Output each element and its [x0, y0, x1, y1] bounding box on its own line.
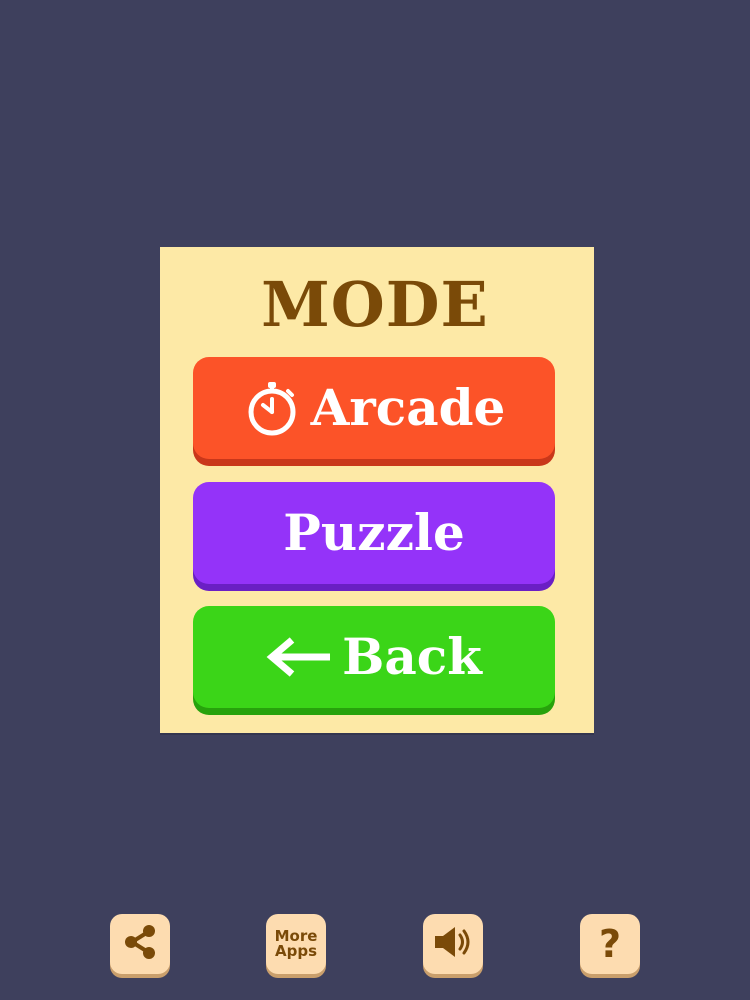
sound-button[interactable]	[423, 914, 483, 974]
panel-title: MODE	[261, 268, 489, 341]
puzzle-button[interactable]: Puzzle	[193, 482, 555, 584]
stopwatch-icon	[243, 379, 301, 437]
more-apps-button[interactable]: More Apps	[266, 914, 326, 974]
back-label: Back	[342, 627, 482, 686]
question-mark-icon: ?	[598, 922, 622, 966]
arcade-button[interactable]: Arcade	[193, 357, 555, 459]
speaker-icon	[431, 922, 475, 966]
more-apps-label: More Apps	[275, 929, 318, 959]
arrow-left-icon	[266, 634, 332, 680]
back-button[interactable]: Back	[193, 606, 555, 708]
share-button[interactable]	[110, 914, 170, 974]
share-icon	[120, 922, 160, 966]
help-button[interactable]: ?	[580, 914, 640, 974]
arcade-label: Arcade	[310, 378, 506, 437]
more-apps-line2: Apps	[274, 942, 317, 960]
puzzle-label: Puzzle	[283, 503, 465, 562]
